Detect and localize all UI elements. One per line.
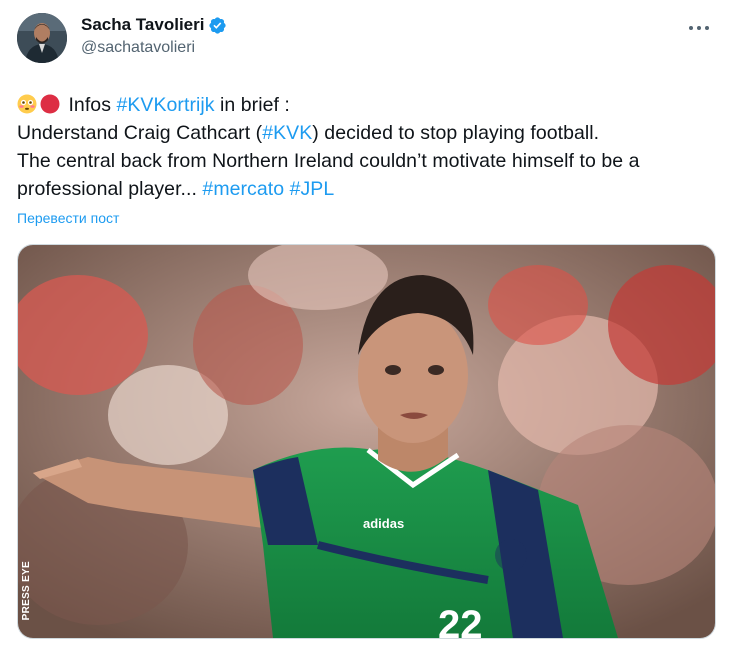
tweet-text-segment: ) decided to stop playing football. (312, 122, 600, 144)
avatar[interactable] (17, 13, 67, 63)
kit-brand: adidas (363, 516, 404, 531)
tweet-text: Infos #KVKortrijk in brief : Understand … (17, 91, 717, 203)
handle[interactable]: @sachatavolieri (81, 39, 227, 57)
hashtag-jpl[interactable]: #JPL (290, 178, 335, 200)
more-options-icon[interactable] (682, 15, 716, 41)
translate-post-link[interactable]: Перевести пост (17, 210, 119, 226)
verified-badge-icon (208, 16, 227, 35)
red-circle-emoji (40, 94, 60, 114)
tweet-line-2: Understand Craig Cathcart (#KVK) decided… (17, 119, 717, 147)
tweet-text-segment: Infos (68, 94, 117, 116)
tweet-line-1: Infos #KVKortrijk in brief : (17, 91, 717, 119)
tweet-header: Sacha Tavolieri @sachatavolieri (17, 13, 716, 65)
tweet-line-4: professional player... #mercato #JPL (17, 175, 717, 203)
photo-credit: PRESS EYE (21, 560, 32, 620)
display-name[interactable]: Sacha Tavolieri (81, 15, 204, 35)
flushed-face-emoji (17, 94, 37, 114)
svg-text:22: 22 (438, 603, 483, 638)
tweet-line-3: The central back from Northern Ireland c… (17, 150, 640, 172)
tweet-text-segment: Understand Craig Cathcart ( (17, 122, 263, 144)
tweet-text-segment: professional player... (17, 178, 203, 200)
tweet-text-segment: in brief : (214, 94, 290, 116)
tweet-media-image[interactable]: adidas 22 PRESS EYE (17, 244, 716, 639)
hashtag-mercato[interactable]: #mercato (202, 178, 284, 200)
hashtag-kvk[interactable]: #KVK (262, 122, 312, 144)
hashtag-kvkortrijk[interactable]: #KVKortrijk (116, 94, 214, 116)
